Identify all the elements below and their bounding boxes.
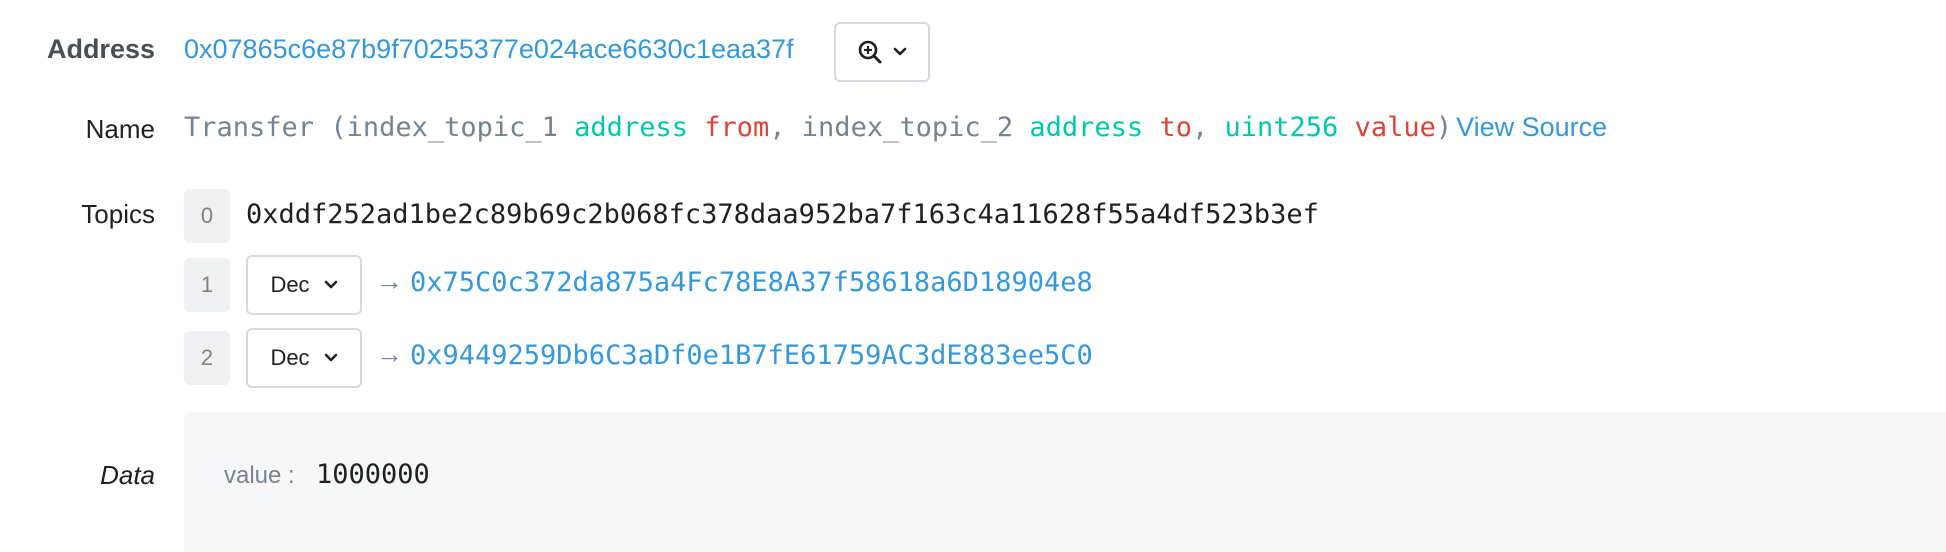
param-3-name: value [1354,112,1436,143]
search-plus-icon [857,39,883,65]
param-2-name: to [1159,112,1192,143]
event-name: Transfer [184,112,315,143]
topic-2-format-select[interactable]: Dec [246,328,362,388]
topics-label: Topics [81,199,155,229]
arrow-right-icon: → [376,339,403,369]
separator-1: , [769,112,786,143]
param-2-index: index_topic_2 [801,112,1014,143]
param-1-type: address [574,112,688,143]
topic-0-value: 0xddf252ad1be2c89b69c2b068fc378daa952ba7… [246,199,1319,230]
param-3-type: uint256 [1224,112,1339,143]
event-signature: Transfer (index_topic_1 address from, in… [184,112,1607,143]
arrow-right-icon: → [376,266,403,296]
separator-2: , [1191,112,1209,143]
data-key: value : [224,462,295,489]
address-lookup-button[interactable] [834,22,930,82]
chevron-down-icon [324,353,338,363]
topic-1-address-link[interactable]: 0x75C0c372da875a4Fc78E8A37f58618a6D18904… [410,267,1093,298]
name-label: Name [85,114,155,144]
address-label: Address [46,34,155,64]
topic-1-format-select[interactable]: Dec [246,255,362,315]
topic-index-badge: 0 [184,189,230,243]
param-1-name: from [704,112,770,143]
data-label: Data [100,460,155,490]
topic-index-badge: 2 [184,331,230,385]
data-panel [184,412,1946,552]
open-paren: ( [330,112,347,143]
format-select-value: Dec [270,272,310,297]
param-2-type: address [1029,112,1144,143]
topic-2-address-link[interactable]: 0x9449259Db6C3aDf0e1B7fE61759AC3dE883ee5… [410,340,1093,371]
topic-index-badge: 1 [184,258,230,312]
format-select-value: Dec [270,345,310,370]
view-source-link[interactable]: View Source [1456,112,1607,142]
chevron-down-icon [324,280,338,290]
data-value: 1000000 [316,459,430,490]
close-paren: ) [1435,112,1453,143]
chevron-down-icon [893,47,907,57]
param-1-index: index_topic_1 [346,112,558,143]
address-link[interactable]: 0x07865c6e87b9f70255377e024ace6630c1eaa3… [184,34,794,65]
